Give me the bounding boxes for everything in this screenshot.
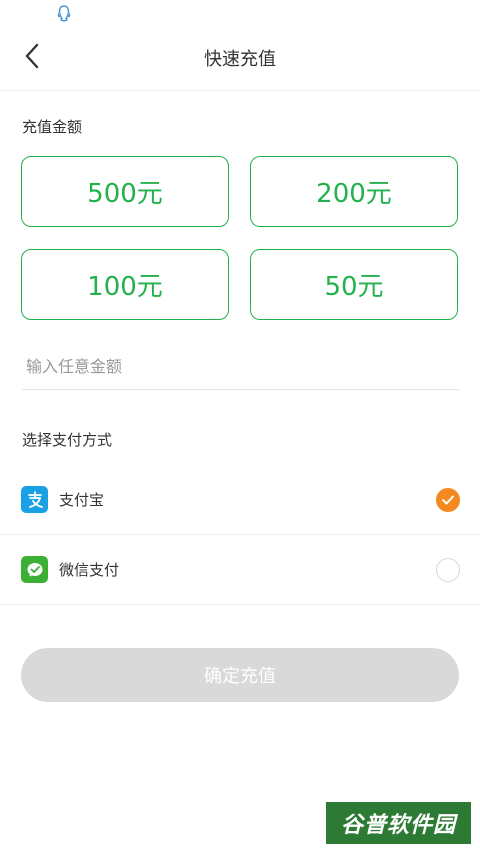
amount-option-500[interactable]: 500元 bbox=[21, 156, 229, 227]
payment-label-alipay: 支付宝 bbox=[59, 491, 105, 509]
custom-amount-input[interactable] bbox=[22, 344, 459, 390]
status-bar bbox=[0, 0, 480, 28]
confirm-recharge-button[interactable]: 确定充值 bbox=[21, 648, 459, 702]
navbar: 快速充值 bbox=[0, 28, 480, 91]
amount-option-200[interactable]: 200元 bbox=[250, 156, 458, 227]
payment-section-label: 选择支付方式 bbox=[22, 431, 113, 449]
payment-label-wechat: 微信支付 bbox=[59, 561, 120, 579]
payment-option-alipay[interactable]: 支付宝 bbox=[0, 465, 480, 535]
amount-option-100[interactable]: 100元 bbox=[21, 249, 229, 320]
back-button[interactable] bbox=[14, 40, 50, 76]
chevron-left-icon bbox=[24, 43, 40, 73]
unselected-radio-icon[interactable] bbox=[436, 558, 460, 582]
payment-option-wechat[interactable]: 微信支付 bbox=[0, 535, 480, 605]
alipay-icon bbox=[21, 486, 48, 513]
watermark-logo: 谷普软件园 bbox=[326, 802, 471, 844]
amount-section-label: 充值金额 bbox=[22, 118, 83, 136]
page-title: 快速充值 bbox=[204, 49, 276, 70]
qq-icon bbox=[55, 4, 73, 24]
amount-option-50[interactable]: 50元 bbox=[250, 249, 458, 320]
wechat-pay-icon bbox=[21, 556, 48, 583]
selected-check-icon[interactable] bbox=[436, 488, 460, 512]
